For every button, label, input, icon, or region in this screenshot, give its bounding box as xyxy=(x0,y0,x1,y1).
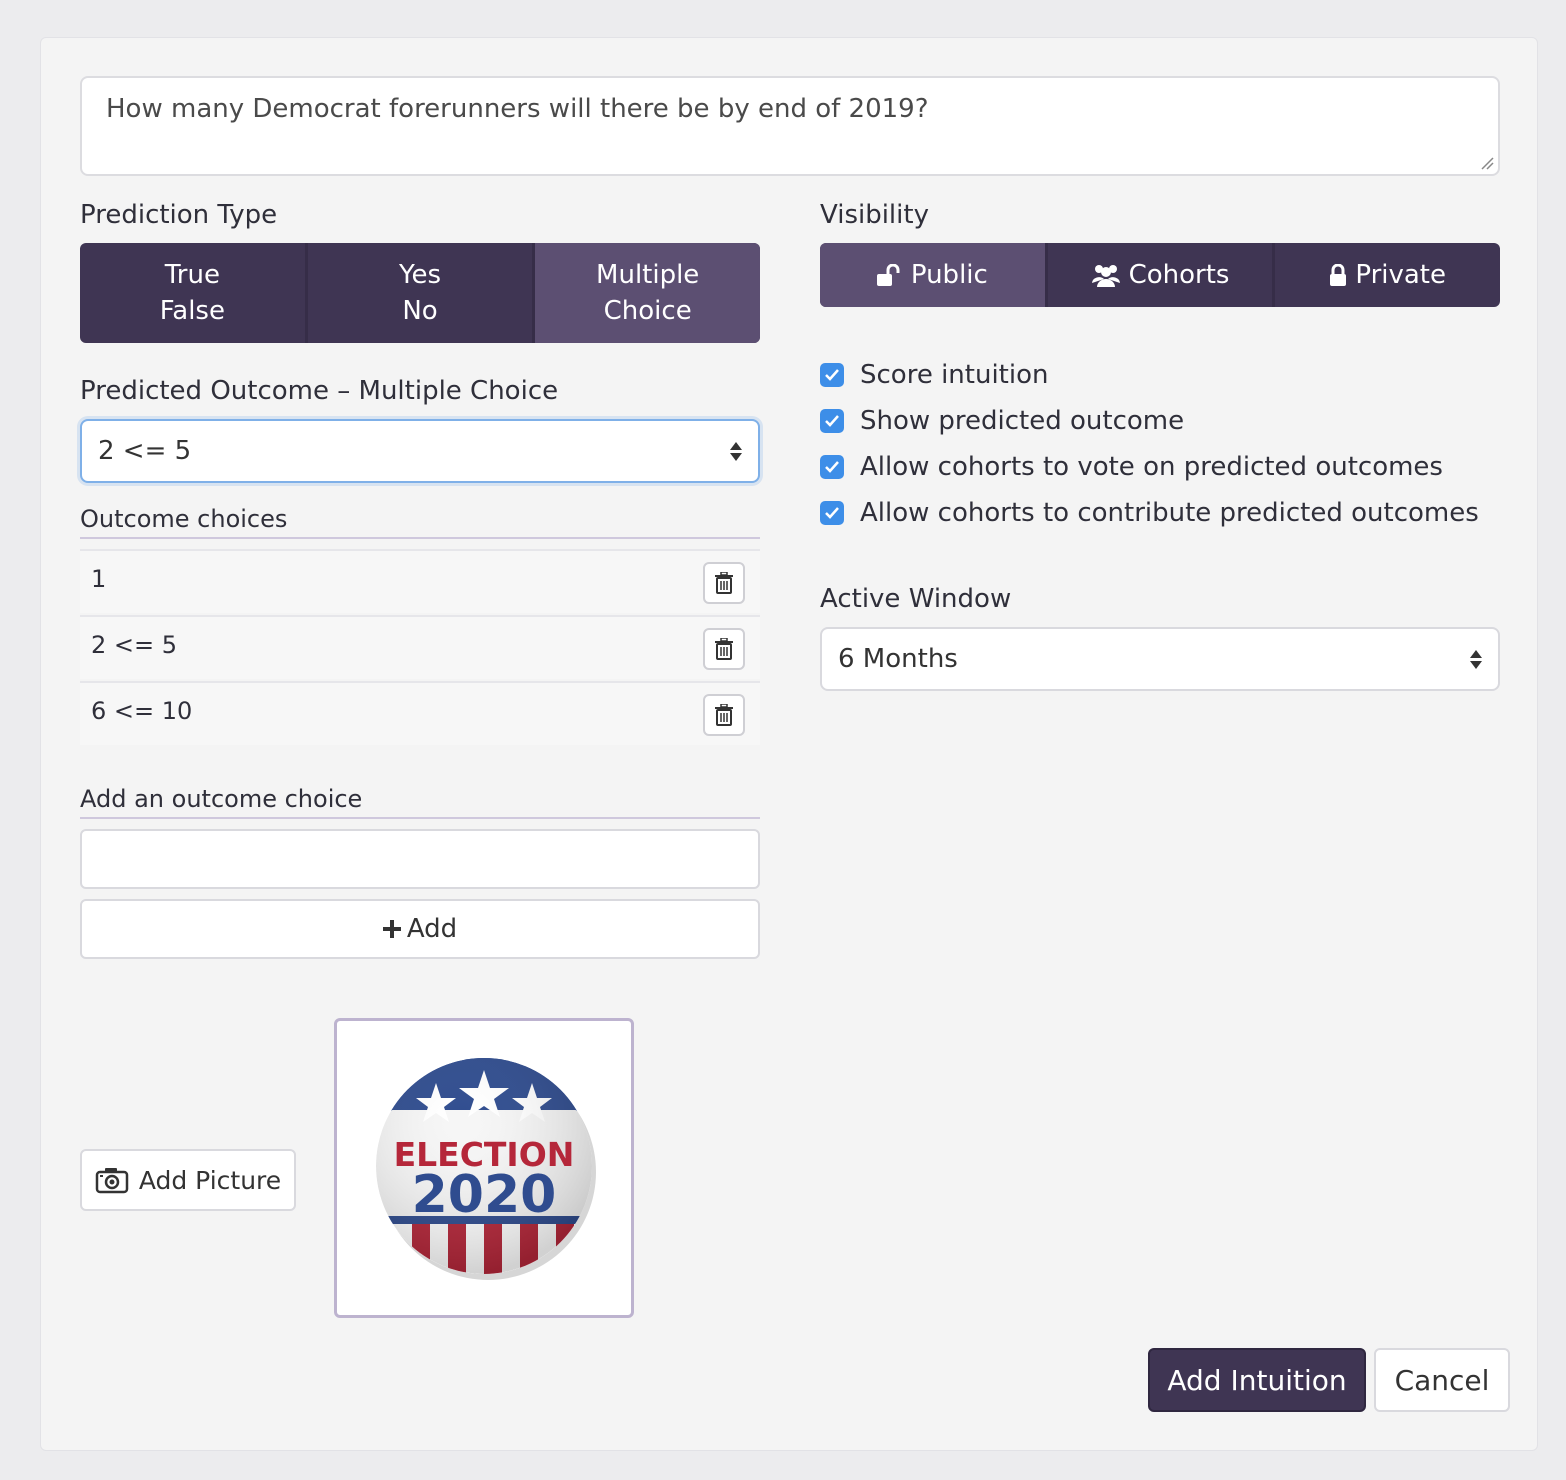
allow-vote-option[interactable]: Allow cohorts to vote on predicted outco… xyxy=(820,444,1500,490)
question-textarea[interactable]: How many Democrat forerunners will there… xyxy=(80,76,1500,176)
prediction-type-multiple-choice[interactable]: Multiple Choice xyxy=(535,243,760,343)
select-arrows-icon xyxy=(730,441,742,461)
option-label: True xyxy=(164,260,220,290)
cancel-label: Cancel xyxy=(1394,1363,1490,1397)
unlock-icon xyxy=(876,264,900,286)
add-intuition-button[interactable]: Add Intuition xyxy=(1148,1348,1366,1412)
outcome-choice-text: 2 <= 5 xyxy=(91,631,178,659)
option-label: No xyxy=(402,296,438,326)
picture-preview[interactable]: ELECTION 2020 xyxy=(334,1018,634,1318)
delete-choice-button[interactable] xyxy=(703,562,745,604)
active-window-select[interactable]: 6 Months xyxy=(820,627,1500,691)
prediction-type-label: Prediction Type xyxy=(80,200,278,230)
checkbox-checked[interactable] xyxy=(820,409,844,433)
outcome-choice-text: 6 <= 10 xyxy=(91,697,193,725)
cancel-button[interactable]: Cancel xyxy=(1374,1348,1510,1412)
checkbox-checked[interactable] xyxy=(820,501,844,525)
add-intuition-label: Add Intuition xyxy=(1167,1363,1347,1397)
outcome-choice-row: 6 <= 10 xyxy=(80,681,760,745)
prediction-type-true-false[interactable]: True False xyxy=(80,243,308,343)
allow-contribute-option[interactable]: Allow cohorts to contribute predicted ou… xyxy=(820,490,1500,536)
visibility-segmented: Public Cohorts Private xyxy=(820,243,1500,307)
check-icon xyxy=(825,507,839,519)
outcome-choice-row: 1 xyxy=(80,549,760,613)
add-outcome-button[interactable]: Add xyxy=(80,899,760,959)
prediction-type-yes-no[interactable]: Yes No xyxy=(308,243,536,343)
badge-line-2: 2020 xyxy=(412,1165,557,1225)
score-intuition-option[interactable]: Score intuition xyxy=(820,352,1500,398)
options-checklist: Score intuition Show predicted outcome A… xyxy=(820,352,1500,536)
trash-icon xyxy=(715,572,733,594)
check-icon xyxy=(825,461,839,473)
intuition-form-card: How many Democrat forerunners will there… xyxy=(40,37,1538,1451)
trash-icon xyxy=(715,704,733,726)
option-text: Show predicted outcome xyxy=(860,406,1185,436)
add-button-label: Add xyxy=(406,914,458,944)
predicted-outcome-label: Predicted Outcome – Multiple Choice xyxy=(80,376,559,406)
active-window-value: 6 Months xyxy=(838,644,958,674)
add-outcome-label: Add an outcome choice xyxy=(80,785,760,819)
users-icon xyxy=(1091,265,1120,287)
checkbox-checked[interactable] xyxy=(820,455,844,479)
predicted-outcome-value: 2 <= 5 xyxy=(98,436,192,466)
check-icon xyxy=(825,369,839,381)
option-text: Score intuition xyxy=(860,360,1049,390)
visibility-label: Visibility xyxy=(820,200,929,230)
visibility-cohorts[interactable]: Cohorts xyxy=(1048,243,1276,307)
select-arrows-icon xyxy=(1470,649,1482,669)
option-label: Cohorts xyxy=(1128,260,1230,290)
prediction-type-segmented: True False Yes No Multiple Choice xyxy=(80,243,760,343)
show-predicted-outcome-option[interactable]: Show predicted outcome xyxy=(820,398,1500,444)
visibility-private[interactable]: Private xyxy=(1275,243,1500,307)
add-picture-label: Add Picture xyxy=(138,1165,282,1195)
checkbox-checked[interactable] xyxy=(820,363,844,387)
option-label: Choice xyxy=(603,296,692,326)
resize-handle-icon[interactable] xyxy=(1480,156,1494,170)
option-label: Public xyxy=(910,260,988,290)
predicted-outcome-select[interactable]: 2 <= 5 xyxy=(80,419,760,483)
option-label: Yes xyxy=(399,260,441,290)
outcome-choice-row: 2 <= 5 xyxy=(80,615,760,679)
option-label: Private xyxy=(1355,260,1446,290)
lock-icon xyxy=(1330,264,1347,286)
option-label: False xyxy=(159,296,225,326)
election-2020-badge-image: ELECTION 2020 xyxy=(376,1058,596,1280)
option-text: Allow cohorts to contribute predicted ou… xyxy=(860,498,1479,528)
check-icon xyxy=(825,415,839,427)
add-outcome-input[interactable] xyxy=(80,829,760,889)
visibility-public[interactable]: Public xyxy=(820,243,1048,307)
option-label: Multiple xyxy=(596,260,700,290)
trash-icon xyxy=(715,638,733,660)
delete-choice-button[interactable] xyxy=(703,628,745,670)
camera-icon xyxy=(95,1168,129,1194)
option-text: Allow cohorts to vote on predicted outco… xyxy=(860,452,1443,482)
add-picture-button[interactable]: Add Picture xyxy=(80,1149,296,1211)
plus-icon xyxy=(382,920,401,938)
delete-choice-button[interactable] xyxy=(703,694,745,736)
outcome-choice-text: 1 xyxy=(91,565,107,593)
active-window-label: Active Window xyxy=(820,584,1012,614)
question-text: How many Democrat forerunners will there… xyxy=(106,94,929,124)
outcome-choices-label: Outcome choices xyxy=(80,505,760,539)
